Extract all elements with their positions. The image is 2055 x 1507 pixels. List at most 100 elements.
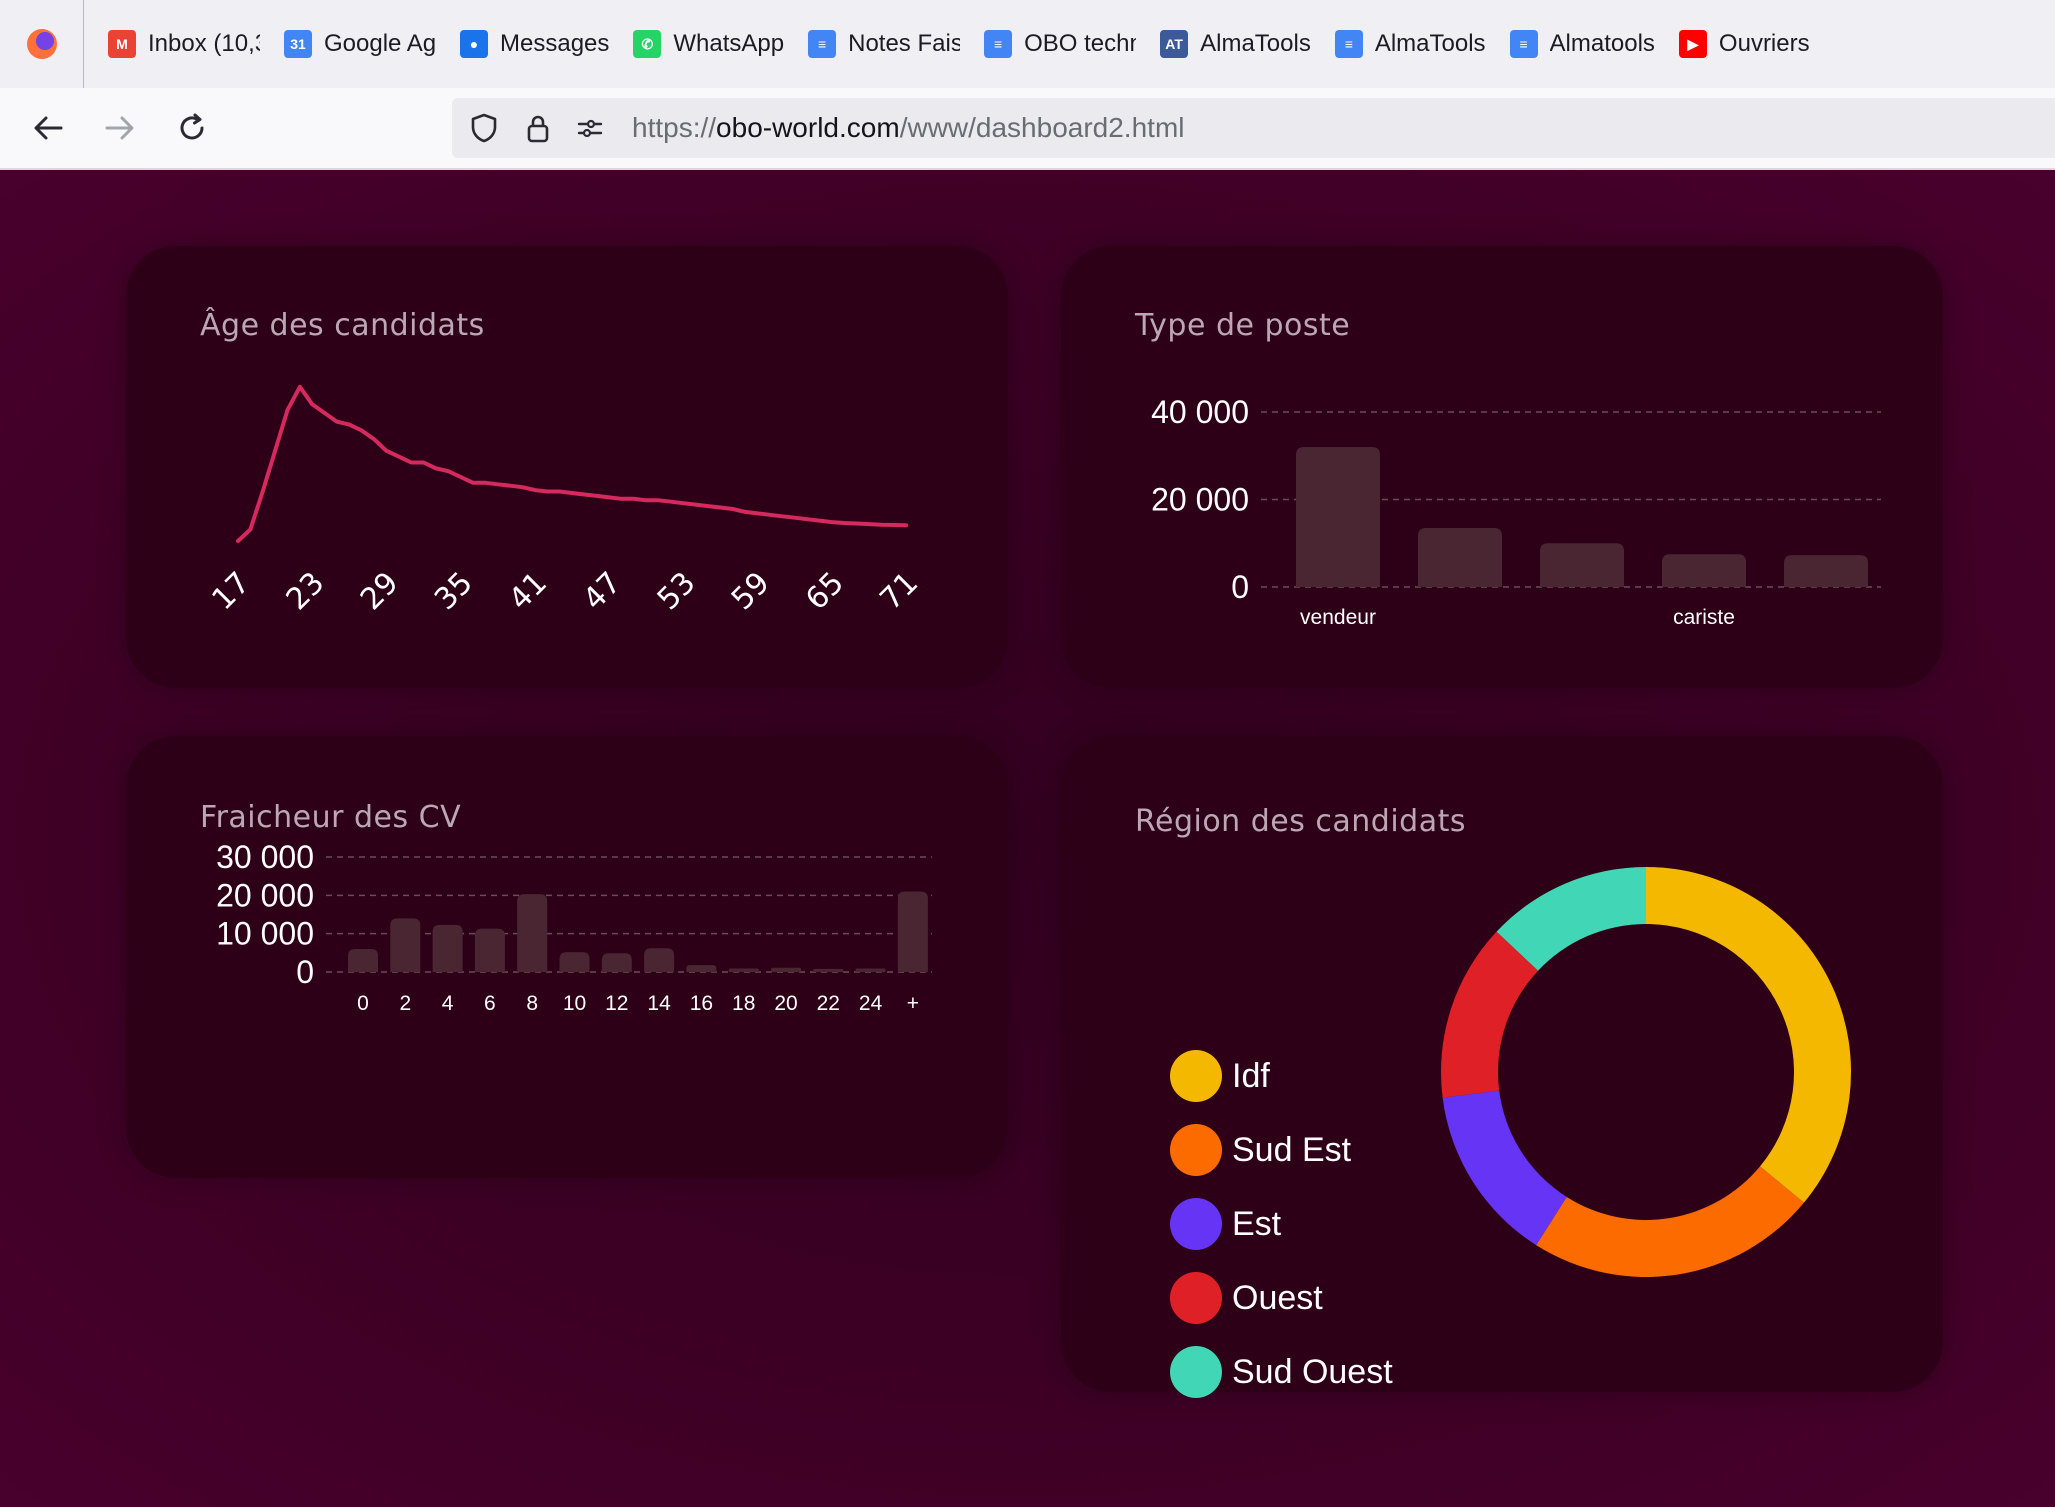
cv-bar [813, 968, 844, 972]
cv-bar [897, 891, 928, 972]
google-docs-icon: ≡ [1509, 30, 1538, 58]
poste-bar-chart: 40 000 20 000 0 vendeur cariste [1151, 394, 1881, 629]
legend-swatch [1170, 1272, 1222, 1324]
bookmarks-toolbar: M Inbox (10,3 31 Google Ag ● Messages ✆ WhatsAp… [0, 0, 2055, 88]
bookmark-item[interactable]: M Inbox (10,3 [84, 0, 260, 88]
permissions-icon[interactable] [574, 112, 606, 144]
poste-y-tick-label: 20 000 [1151, 482, 1249, 518]
poste-bar [1296, 447, 1380, 587]
poste-y-tick-label: 0 [1231, 569, 1249, 605]
bookmark-label: Ouvriers [1718, 30, 1810, 57]
cv-x-tick-label: 0 [357, 992, 369, 1015]
legend-label: Idf [1232, 1056, 1270, 1095]
forward-button[interactable] [98, 106, 142, 150]
region-legend-item[interactable]: Idf [1170, 1050, 1270, 1102]
cv-bar [559, 952, 590, 972]
poste-bar [1784, 555, 1868, 587]
cv-y-tick-label: 20 000 [216, 877, 314, 913]
cv-x-tick-label: 24 [859, 992, 883, 1015]
age-x-tick-label: 53 [651, 565, 703, 617]
age-card: Âge des candidats 17 23 29 35 41 47 53 59 65 71 [126, 246, 1008, 688]
cv-bar [517, 894, 548, 972]
url-text[interactable]: https://obo-world.com/www/dashboard2.htm… [632, 112, 1185, 144]
region-slice [1646, 867, 1852, 1203]
poste-bar [1662, 554, 1746, 587]
cv-y-tick-label: 0 [296, 954, 314, 990]
url-bar[interactable]: https://obo-world.com/www/dashboard2.htm… [452, 98, 2055, 158]
navigation-toolbar: https://obo-world.com/www/dashboard2.htm… [0, 88, 2055, 170]
cv-x-tick-label: 6 [484, 992, 496, 1015]
bookmark-item[interactable]: ▶ Ouvriers [1655, 0, 1810, 88]
bookmark-label: Almatools [1549, 30, 1655, 57]
url-host: obo-world.com [716, 112, 900, 143]
region-legend-item[interactable]: Ouest [1170, 1272, 1323, 1324]
back-button[interactable] [26, 106, 70, 150]
legend-swatch [1170, 1346, 1222, 1398]
cv-bar [474, 928, 505, 972]
age-x-tick-label: 65 [799, 565, 851, 617]
bookmark-label: Messages [500, 30, 610, 57]
cv-bar [432, 924, 463, 972]
bookmark-item[interactable]: AT AlmaTools [1136, 0, 1311, 88]
bookmark-item[interactable]: ✆ WhatsApp [609, 0, 784, 88]
url-scheme: https:// [632, 112, 717, 143]
region-slice [1536, 1166, 1804, 1278]
legend-label: Sud Est [1232, 1130, 1352, 1169]
poste-card: Type de poste 40 000 20 000 0 vendeur carist… [1061, 246, 1943, 688]
cv-y-tick-label: 30 000 [216, 839, 314, 875]
google-calendar-icon: 31 [284, 30, 312, 58]
bookmark-item[interactable]: ≡ AlmaTools [1311, 0, 1486, 88]
cv-bar [686, 965, 717, 972]
legend-label: Est [1232, 1204, 1282, 1243]
cv-bar [644, 948, 675, 972]
cv-x-tick-label: + [907, 992, 919, 1015]
poste-x-tick-label: vendeur [1300, 606, 1376, 629]
bookmark-item[interactable]: ≡ Almatools [1486, 0, 1655, 88]
url-path: /www/dashboard2.html [899, 112, 1185, 143]
age-x-tick-label: 41 [502, 565, 554, 617]
bookmark-label: WhatsApp [673, 30, 785, 57]
age-line-chart: 17 23 29 35 41 47 53 59 65 71 [205, 384, 925, 617]
gmail-icon: M [108, 30, 136, 58]
cv-x-tick-label: 14 [647, 992, 671, 1015]
region-legend-item[interactable]: Sud Ouest [1170, 1346, 1393, 1398]
cv-bar [348, 949, 378, 972]
bookmark-label: Google Ag [324, 30, 436, 57]
legend-swatch [1170, 1050, 1222, 1102]
google-docs-icon: ≡ [984, 30, 1013, 58]
whatsapp-icon: ✆ [633, 30, 662, 58]
cv-x-tick-label: 8 [526, 992, 538, 1015]
cv-x-tick-label: 18 [732, 992, 755, 1015]
legend-label: Sud Ouest [1232, 1352, 1393, 1391]
cv-x-tick-label: 4 [442, 992, 454, 1015]
firefox-menu-button[interactable] [0, 0, 84, 88]
age-x-tick-label: 59 [725, 565, 777, 617]
reload-button[interactable] [170, 106, 214, 150]
bookmark-label: AlmaTools [1200, 30, 1311, 57]
dashboard-page: Âge des candidats 17 23 29 35 41 47 53 59 65 71 T… [0, 170, 2055, 1507]
region-legend-item[interactable]: Est [1170, 1198, 1281, 1250]
bookmark-label: AlmaTools [1374, 30, 1486, 57]
shield-icon[interactable] [468, 112, 500, 144]
region-legend-item[interactable]: Sud Est [1170, 1124, 1351, 1176]
age-x-tick-label: 47 [577, 565, 629, 617]
bookmark-item[interactable]: 31 Google Ag [260, 0, 436, 88]
google-docs-icon: ≡ [808, 30, 837, 58]
cv-x-tick-label: 20 [774, 992, 797, 1015]
cv-bar-chart: 30 00020 00010 00000 2 4 6 8 10 12 14 16 18 20 22 24… [216, 839, 932, 1015]
cv-bar [728, 968, 759, 972]
cv-x-tick-label: 16 [690, 992, 713, 1015]
age-series-line [236, 384, 908, 543]
bookmark-item[interactable]: ≡ Notes Faisk [784, 0, 960, 88]
bookmark-item[interactable]: ≡ OBO techn [960, 0, 1136, 88]
age-x-tick-label: 17 [205, 565, 257, 617]
almatools-icon: AT [1160, 30, 1189, 58]
reload-icon [180, 113, 204, 140]
cv-x-tick-label: 10 [563, 992, 586, 1015]
age-x-tick-label: 29 [354, 565, 406, 617]
lock-icon[interactable] [522, 112, 554, 144]
legend-label: Ouest [1232, 1278, 1323, 1317]
bookmark-label: Inbox (10,3 [148, 30, 260, 57]
cv-x-tick-label: 2 [399, 992, 411, 1015]
bookmark-item[interactable]: ● Messages [436, 0, 609, 88]
